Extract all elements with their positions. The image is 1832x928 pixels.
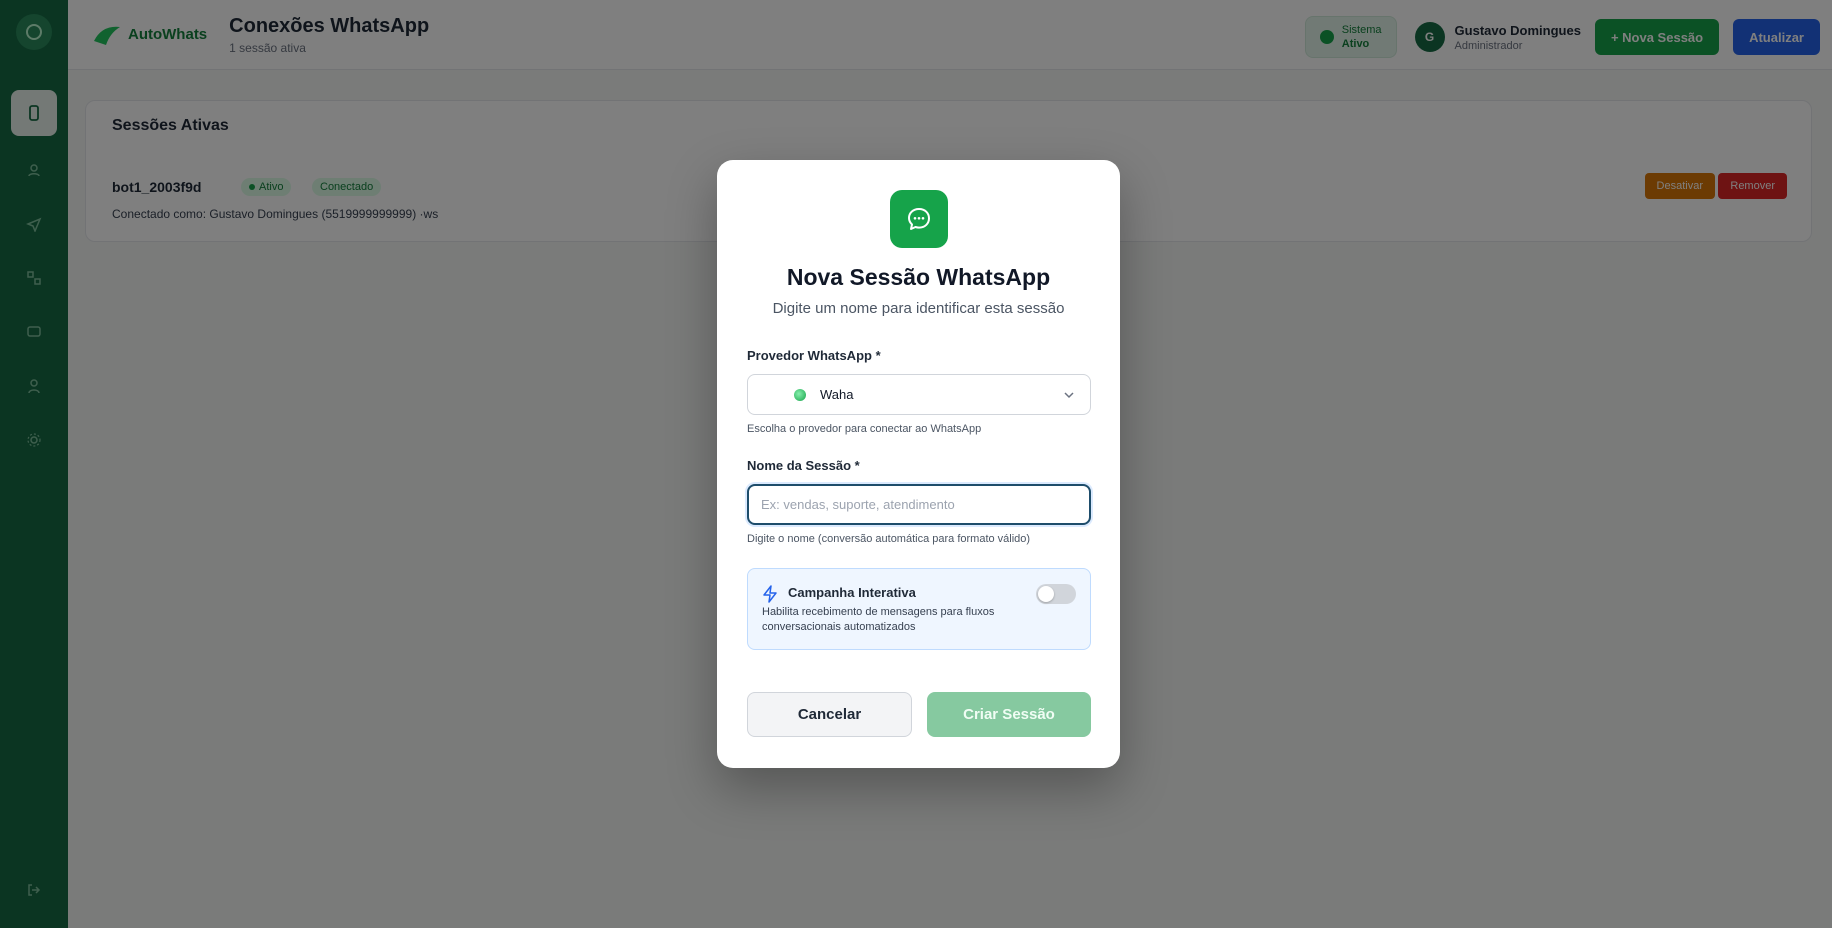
campaign-title: Campanha Interativa (788, 585, 916, 600)
interactive-campaign-panel: Campanha Interativa Habilita recebimento… (747, 568, 1091, 650)
provider-hint: Escolha o provedor para conectar ao What… (747, 423, 982, 435)
provider-selected-value: Waha (820, 387, 854, 402)
lightning-icon (763, 585, 777, 603)
session-name-hint: Digite o nome (conversão automática para… (747, 533, 1031, 545)
session-name-input[interactable] (747, 484, 1091, 525)
chevron-down-icon (1064, 392, 1074, 399)
campaign-toggle[interactable] (1036, 584, 1076, 604)
provider-select[interactable]: Waha (747, 374, 1091, 415)
chat-bubble-icon (890, 190, 948, 248)
provider-status-icon (794, 388, 806, 401)
new-session-modal: Nova Sessão WhatsApp Digite um nome para… (717, 160, 1120, 768)
session-name-label: Nome da Sessão * (747, 458, 860, 473)
provider-label: Provedor WhatsApp * (747, 348, 881, 363)
toggle-knob (1038, 586, 1054, 602)
campaign-description: Habilita recebimento de mensagens para f… (762, 606, 995, 633)
modal-subtitle: Digite um nome para identificar esta ses… (772, 300, 1065, 317)
modal-title: Nova Sessão WhatsApp (786, 264, 1051, 290)
cancel-button[interactable]: Cancelar (747, 692, 912, 737)
create-session-button[interactable]: Criar Sessão (927, 692, 1091, 737)
